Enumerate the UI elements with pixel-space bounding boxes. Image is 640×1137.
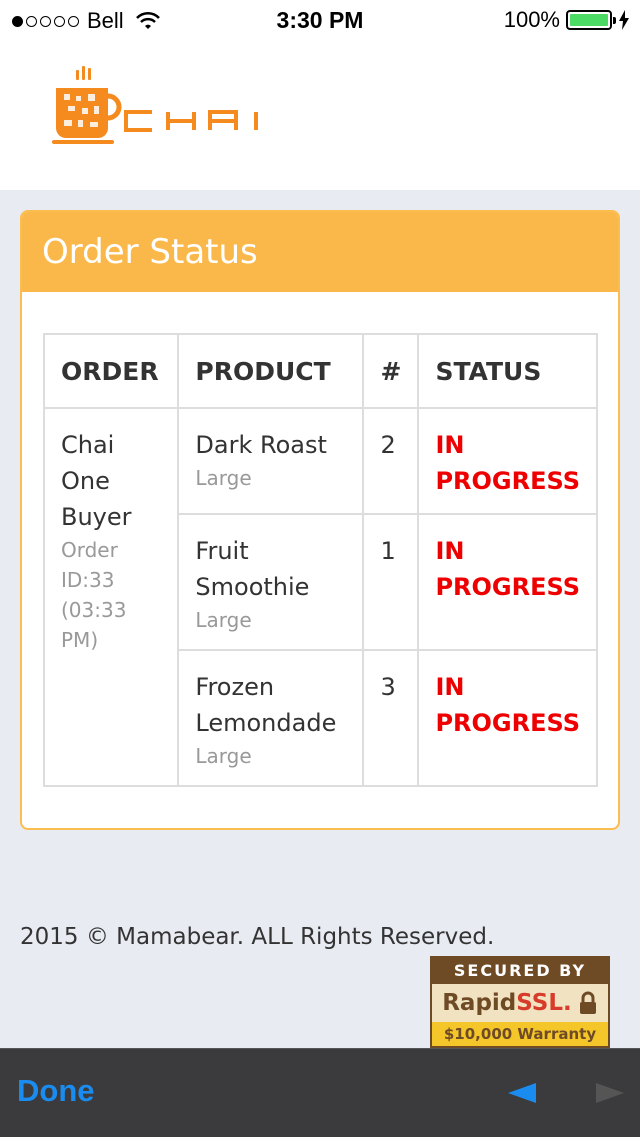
order-cell: Chai One Buyer Order ID:33 (03:33 PM): [42, 407, 180, 787]
product-size: Large: [195, 466, 252, 490]
status-cell: IN PROGRESS: [417, 649, 598, 787]
order-meta: Order ID:33 (03:33 PM): [61, 538, 127, 652]
header-product: PRODUCT: [177, 333, 365, 409]
product-cell: Frozen Lemondade Large: [177, 649, 365, 787]
status-bar: Bell 3:30 PM 100%: [0, 0, 640, 40]
product-name: Fruit Smoothie: [195, 537, 310, 601]
product-cell: Dark Roast Large: [177, 407, 365, 515]
copyright-text: 2015 © Mamabear. ALL Rights Reserved.: [20, 924, 495, 950]
panel-title: Order Status: [22, 212, 618, 292]
done-button[interactable]: Done: [17, 1073, 95, 1109]
product-name: Dark Roast: [195, 431, 327, 459]
header-status: STATUS: [417, 333, 598, 409]
table-row: Chai One Buyer Order ID:33 (03:33 PM) Da…: [42, 407, 598, 787]
product-size: Large: [195, 608, 252, 632]
status-cell: IN PROGRESS: [417, 407, 598, 515]
battery-icon: [566, 10, 616, 30]
ssl-badge[interactable]: SECURED BY RapidSSL. $10,000 Warranty: [430, 956, 610, 1048]
site-header: [0, 40, 640, 190]
header-order: ORDER: [42, 333, 180, 409]
ssl-badge-top: SECURED BY: [432, 958, 608, 984]
product-size: Large: [195, 744, 252, 768]
quantity-cell: 3: [362, 649, 420, 787]
quantity-cell: 2: [362, 407, 420, 515]
quantity-cell: 1: [362, 513, 420, 651]
forward-arrow-icon[interactable]: [596, 1083, 624, 1103]
order-status-panel: Order Status ORDER PRODUCT # STATUS Chai…: [20, 210, 620, 830]
buyer-name: Chai One Buyer: [61, 431, 132, 531]
ssl-warranty: $10,000 Warranty: [432, 1022, 608, 1046]
status-cell: IN PROGRESS: [417, 513, 598, 651]
product-name: Frozen Lemondade: [195, 673, 337, 737]
orders-table: ORDER PRODUCT # STATUS Chai One Buyer Or…: [42, 333, 598, 787]
header-quantity: #: [362, 333, 420, 409]
back-arrow-icon[interactable]: [508, 1083, 536, 1103]
ssl-brand-b: SSL.: [516, 990, 572, 1016]
charging-bolt-icon: [619, 10, 629, 30]
status-right: 100%: [504, 7, 630, 33]
battery-percent: 100%: [503, 7, 560, 32]
chai-logo[interactable]: [50, 62, 310, 152]
ssl-badge-brand: RapidSSL.: [432, 984, 608, 1022]
bottom-toolbar: Done: [0, 1048, 640, 1137]
padlock-icon: [579, 991, 596, 1014]
table-header-row: ORDER PRODUCT # STATUS: [42, 333, 598, 409]
product-cell: Fruit Smoothie Large: [177, 513, 365, 651]
ssl-brand-a: Rapid: [442, 990, 517, 1016]
